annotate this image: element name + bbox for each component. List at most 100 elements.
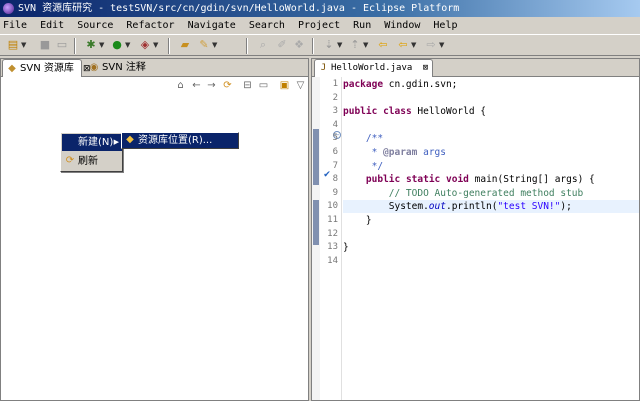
refresh-icon[interactable]: ⟳ [221, 79, 234, 92]
tab-label: SVN 资源库 [20, 63, 74, 74]
menu-edit[interactable]: Edit [40, 20, 64, 31]
debug-icon[interactable]: ✱ [84, 38, 98, 52]
toggle-mark-icon[interactable]: ❖ [292, 38, 306, 52]
line-number-gutter[interactable]: − ✔ 1 2 3 4 5 6 7 8 9 10 11 12 13 14 [320, 77, 342, 400]
new-repository-icon[interactable]: ▣ [278, 79, 291, 92]
new-icon[interactable]: ▤ [6, 38, 20, 52]
open-folder-icon[interactable]: ▰ [178, 38, 192, 52]
code-line[interactable]: package cn.gdin.svn; [343, 78, 639, 91]
toolbar-separator [74, 38, 76, 54]
search-icon[interactable]: ⌕ [256, 38, 270, 52]
menu-item-repository-location[interactable]: ◆ 资源库位置(R)... [121, 132, 239, 149]
print-icon[interactable]: ▭ [55, 38, 69, 52]
tab-label: SVN 注释 [102, 62, 146, 73]
code-line[interactable]: /** [343, 132, 639, 145]
open-type-icon[interactable]: ✎ [197, 38, 211, 52]
menu-file[interactable]: File [3, 20, 27, 31]
tab-svn-annotate[interactable]: ◉ SVN 注释 [85, 59, 155, 77]
annotation-ruler[interactable] [312, 77, 320, 400]
open-type-dropdown-icon[interactable]: ▼ [212, 38, 218, 52]
menu-project[interactable]: Project [298, 20, 340, 31]
menu-item-label: 刷新 [78, 156, 98, 167]
new-dropdown-icon[interactable]: ▼ [21, 38, 27, 52]
code-line[interactable]: */ [343, 160, 639, 173]
menu-help[interactable]: Help [433, 20, 457, 31]
code-token: public [365, 174, 401, 186]
collapse-all-icon[interactable]: ⊟ [241, 79, 254, 92]
main-toolbar: ▤ ▼ ■ ▭ ✱ ▼ ● ▼ ◈ ▼ ▰ ✎ ▼ ⌕ ✐ ❖ ⇣ ▼ ⇡ ▼ … [0, 34, 640, 56]
prev-annotation-dropdown-icon[interactable]: ▼ [363, 38, 369, 52]
code-line[interactable] [343, 228, 639, 241]
code-line[interactable]: } [343, 214, 639, 227]
menu-item-label: 新建(N) [78, 137, 114, 148]
code-token: @param [383, 147, 418, 158]
menu-item-refresh[interactable]: ⟳ 刷新 [62, 153, 122, 170]
home-icon[interactable]: ⌂ [174, 79, 187, 92]
line-number: 13 [327, 242, 338, 253]
svn-repositories-view[interactable]: ◆ SVN 资源库 ⊠ ◉ SVN 注释 ⌂ ← → ⟳ ⊟ ▭ ▣ ▽ [0, 58, 309, 401]
menu-window[interactable]: Window [384, 20, 420, 31]
menu-refactor[interactable]: Refactor [126, 20, 174, 31]
code-token: void [446, 174, 469, 186]
back-dropdown-icon[interactable]: ▼ [411, 38, 417, 52]
menu-search[interactable]: Search [249, 20, 285, 31]
line-number: 4 [332, 119, 338, 130]
code-line[interactable] [343, 92, 639, 105]
view-menu-icon[interactable]: ▽ [294, 79, 307, 92]
menu-source[interactable]: Source [77, 20, 113, 31]
code-token: */ [343, 160, 384, 172]
edit-icon[interactable]: ✐ [275, 38, 289, 52]
toolbar-separator [312, 38, 314, 54]
code-line[interactable] [343, 119, 639, 132]
line-number: 3 [332, 106, 338, 117]
run-icon[interactable]: ● [110, 38, 124, 52]
code-token: main(String[] args) { [468, 174, 595, 186]
prev-annotation-icon[interactable]: ⇡ [348, 38, 362, 52]
code-token: public [343, 106, 378, 118]
save-icon[interactable]: ■ [38, 38, 52, 52]
code-token: class [383, 106, 412, 118]
tab-helloworld-java[interactable]: J HelloWorld.java ⊠ [314, 59, 434, 77]
code-line[interactable] [343, 255, 639, 268]
forward-icon[interactable]: → [205, 79, 218, 92]
code-line[interactable]: System.out.println("test SVN!"); [343, 200, 639, 214]
debug-dropdown-icon[interactable]: ▼ [99, 38, 105, 52]
line-number: 12 [327, 228, 338, 239]
forward-icon[interactable]: ⇨ [424, 38, 438, 52]
code-line[interactable]: * @param args [343, 146, 639, 159]
editor-tabs: J HelloWorld.java ⊠ [312, 59, 639, 77]
code-token: args [417, 147, 446, 158]
line-number: 14 [327, 255, 338, 266]
code-line[interactable]: } [343, 241, 639, 254]
run-dropdown-icon[interactable]: ▼ [125, 38, 131, 52]
menu-item-new[interactable]: 新建(N) ▶ [62, 134, 122, 151]
menu-bar: File Edit Source Refactor Navigate Searc… [0, 17, 640, 34]
external-tools-icon[interactable]: ◈ [138, 38, 152, 52]
minimize-icon[interactable]: ▭ [257, 79, 270, 92]
menu-item-label: 资源库位置(R)... [138, 135, 213, 146]
code-token: // TODO Auto-generated method stub [388, 187, 584, 199]
eclipse-icon [3, 3, 14, 14]
menu-run[interactable]: Run [353, 20, 371, 31]
code-line[interactable]: public static void main(String[] args) { [343, 173, 639, 186]
external-tools-dropdown-icon[interactable]: ▼ [153, 38, 159, 52]
forward-dropdown-icon[interactable]: ▼ [439, 38, 445, 52]
code-token: System. [343, 201, 429, 213]
tab-svn-repositories[interactable]: ◆ SVN 资源库 ⊠ [2, 59, 91, 77]
context-menu: 新建(N) ▶ ⟳ 刷新 [60, 132, 123, 172]
next-annotation-icon[interactable]: ⇣ [322, 38, 336, 52]
code-token: .println( [445, 201, 498, 213]
code-line[interactable]: // TODO Auto-generated method stub [343, 187, 639, 200]
close-icon[interactable]: ⊠ [423, 63, 428, 73]
line-number: 2 [332, 92, 338, 103]
code-area[interactable]: package cn.gdin.svn; public class HelloWo… [343, 77, 639, 400]
back-icon[interactable]: ← [190, 79, 203, 92]
menu-navigate[interactable]: Navigate [188, 20, 236, 31]
java-editor[interactable]: J HelloWorld.java ⊠ − ✔ 1 2 3 4 5 6 7 8 9 10 11 12 1… [311, 58, 640, 401]
window-title-bar[interactable]: SVN 资源库研究 - testSVN/src/cn/gdin/svn/Hell… [0, 0, 640, 17]
code-line[interactable]: public class HelloWorld { [343, 105, 639, 118]
last-edit-icon[interactable]: ⇦ [376, 38, 390, 52]
back-icon[interactable]: ⇦ [396, 38, 410, 52]
next-annotation-dropdown-icon[interactable]: ▼ [337, 38, 343, 52]
